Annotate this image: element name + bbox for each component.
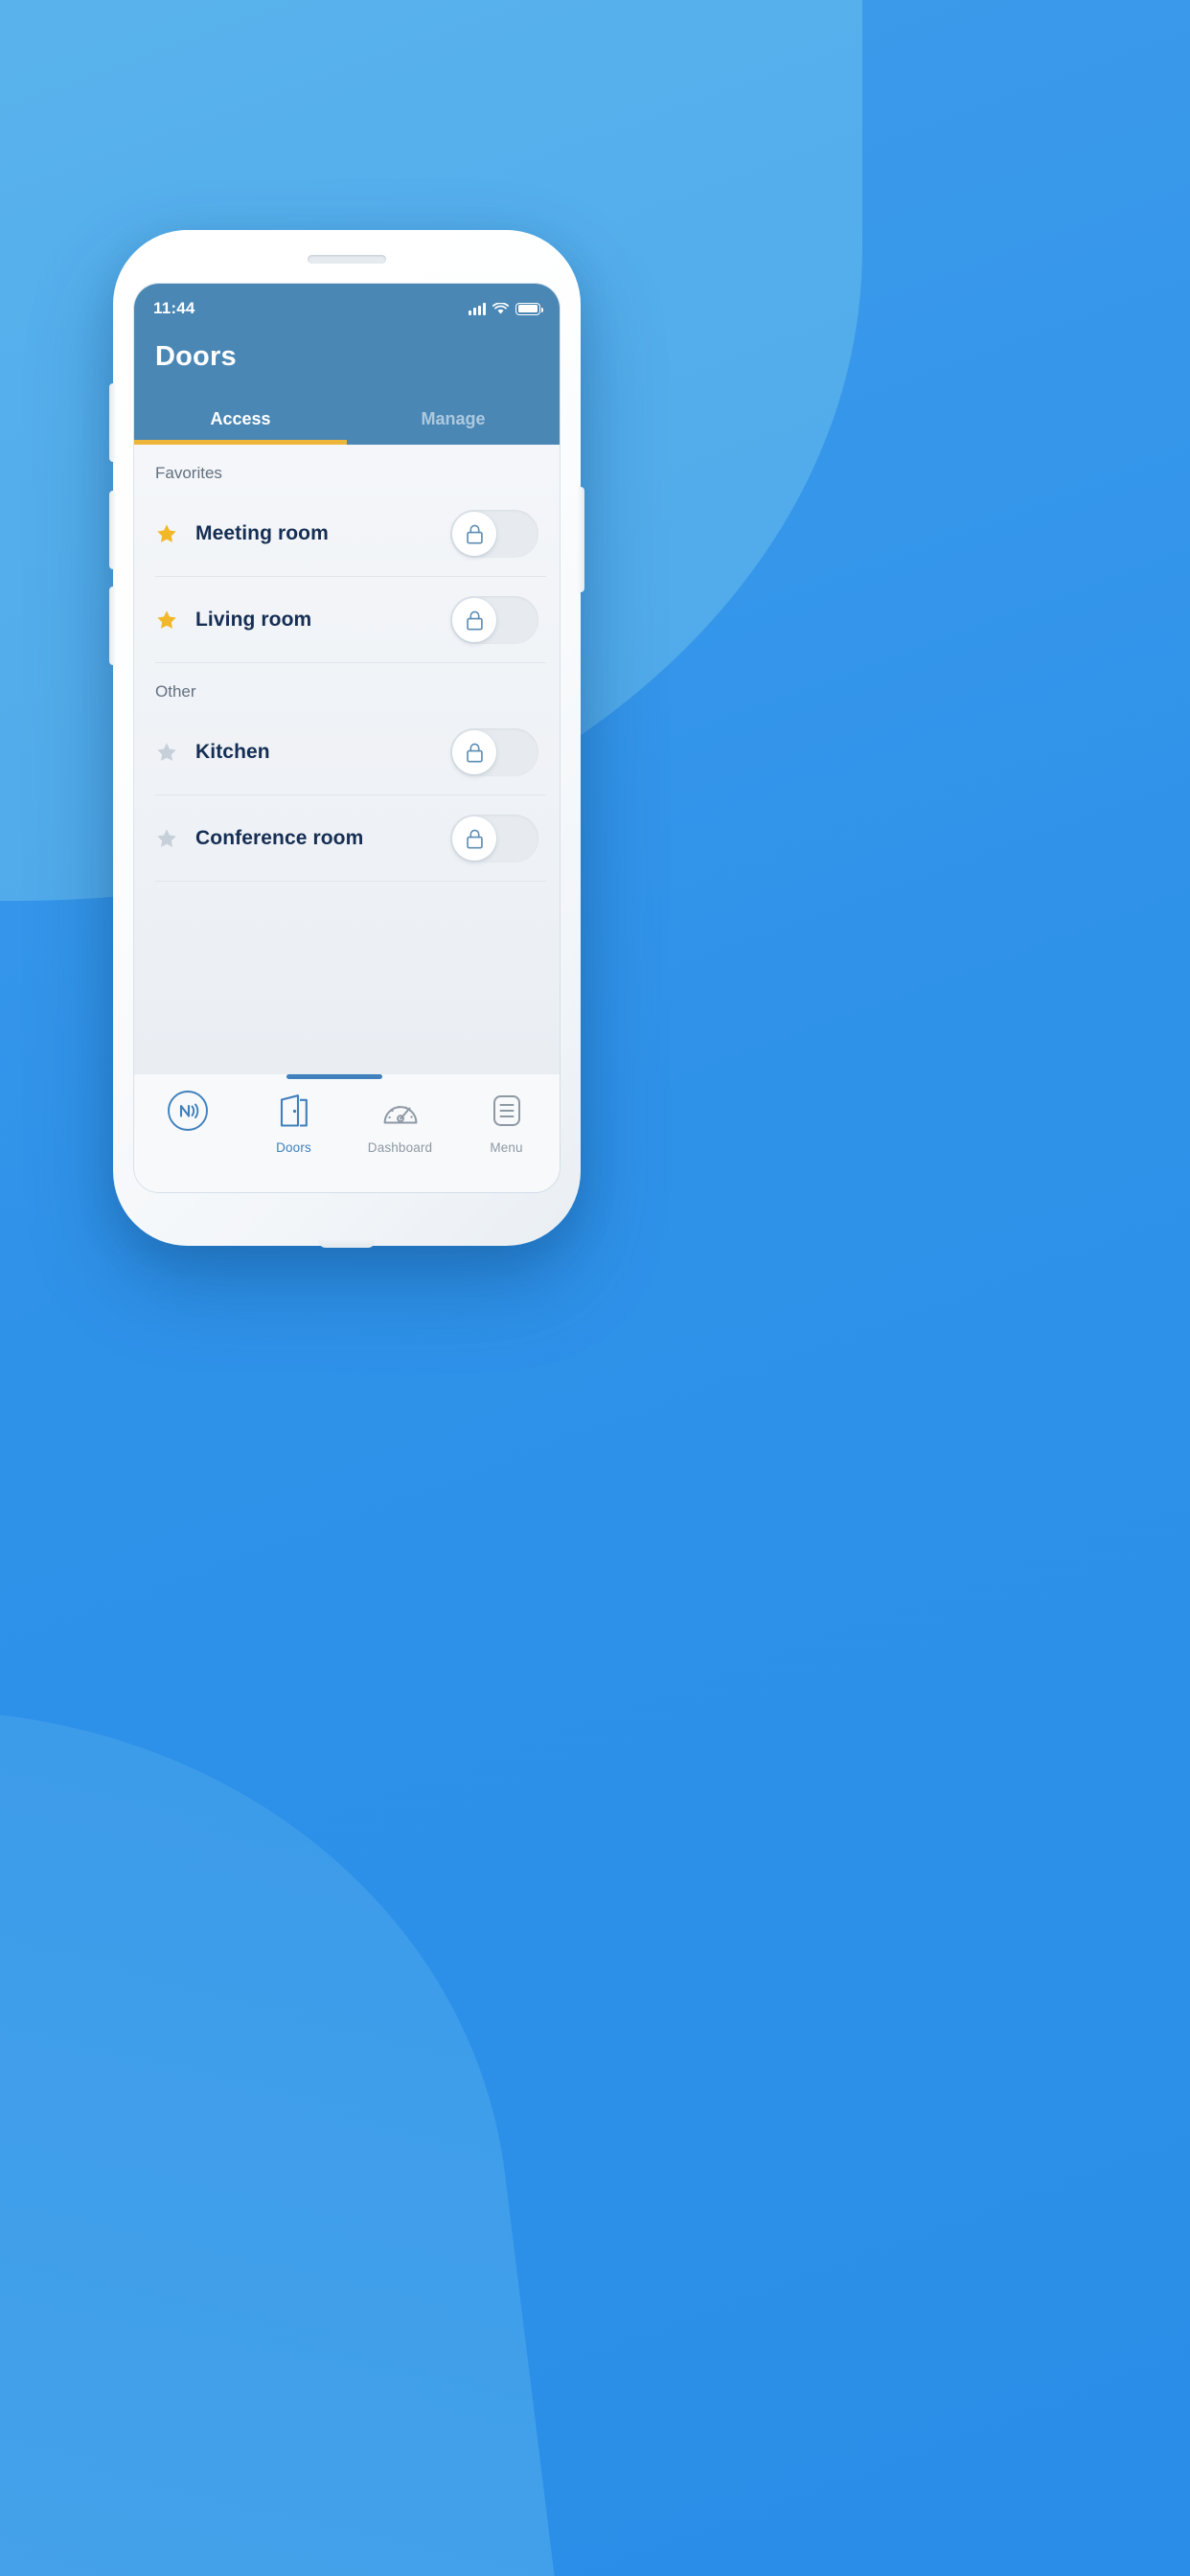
door-name: Conference room bbox=[195, 827, 364, 849]
table-row[interactable]: Kitchen bbox=[134, 709, 560, 795]
star-icon[interactable] bbox=[155, 741, 178, 764]
power-button[interactable] bbox=[579, 487, 584, 592]
status-bar-clock: 11:44 bbox=[153, 299, 195, 317]
padlock-icon bbox=[466, 524, 483, 544]
silent-switch-button[interactable] bbox=[109, 383, 115, 462]
volume-up-button[interactable] bbox=[109, 491, 115, 569]
star-icon[interactable] bbox=[155, 522, 178, 545]
nav-item-nfc[interactable] bbox=[134, 1090, 240, 1140]
nav-item-dashboard[interactable]: Dashboard bbox=[347, 1090, 453, 1155]
door-name: Living room bbox=[195, 609, 312, 631]
active-tab-indicator bbox=[286, 1074, 382, 1079]
lock-toggle-knob bbox=[452, 730, 496, 774]
section-header-other: Other bbox=[155, 682, 196, 701]
phone-screen: 11:44 Doors Access Manage Favorites Meet… bbox=[134, 284, 560, 1192]
star-icon[interactable] bbox=[155, 609, 178, 632]
table-row[interactable]: Living room bbox=[134, 577, 560, 663]
page-title: Doors bbox=[155, 341, 237, 372]
nav-label-menu: Menu bbox=[490, 1140, 523, 1155]
phone-bottom-notch bbox=[318, 1240, 376, 1248]
padlock-icon bbox=[466, 743, 483, 763]
lock-toggle[interactable] bbox=[450, 815, 538, 862]
nfc-icon bbox=[167, 1090, 209, 1132]
door-name: Kitchen bbox=[195, 741, 270, 763]
list-menu-icon bbox=[491, 1090, 523, 1132]
lock-toggle-knob bbox=[452, 598, 496, 642]
lock-toggle[interactable] bbox=[450, 728, 538, 776]
door-name: Meeting room bbox=[195, 522, 329, 544]
star-icon[interactable] bbox=[155, 827, 178, 850]
table-row[interactable]: Meeting room bbox=[134, 491, 560, 577]
nav-label-doors: Doors bbox=[276, 1140, 311, 1155]
lock-toggle[interactable] bbox=[450, 596, 538, 644]
padlock-icon bbox=[466, 610, 483, 631]
screenshot-canvas: 11:44 Doors Access Manage Favorites Meet… bbox=[0, 0, 1190, 2576]
status-bar: 11:44 bbox=[134, 284, 560, 320]
lock-toggle-knob bbox=[452, 512, 496, 556]
phone-mockup: 11:44 Doors Access Manage Favorites Meet… bbox=[109, 230, 584, 1248]
nav-item-doors[interactable]: Doors bbox=[240, 1090, 347, 1155]
section-header-favorites: Favorites bbox=[155, 464, 222, 482]
earpiece-speaker bbox=[308, 255, 386, 264]
cellular-signal-icon bbox=[469, 302, 486, 315]
door-list: Favorites Meeting room Living room Other… bbox=[134, 445, 560, 1073]
header-tabs: Access Manage bbox=[134, 398, 560, 445]
door-icon bbox=[278, 1090, 310, 1132]
volume-down-button[interactable] bbox=[109, 586, 115, 665]
padlock-icon bbox=[466, 829, 483, 849]
table-row[interactable]: Conference room bbox=[134, 795, 560, 882]
wifi-icon bbox=[492, 301, 510, 315]
status-bar-icons bbox=[469, 301, 543, 315]
nav-item-menu[interactable]: Menu bbox=[453, 1090, 560, 1155]
gauge-icon bbox=[382, 1090, 419, 1132]
tab-access[interactable]: Access bbox=[134, 398, 347, 445]
battery-full-icon bbox=[515, 302, 543, 315]
tab-manage[interactable]: Manage bbox=[347, 398, 560, 445]
app-header: 11:44 Doors Access Manage bbox=[134, 284, 560, 445]
nav-label-dashboard: Dashboard bbox=[367, 1140, 433, 1155]
lock-toggle[interactable] bbox=[450, 510, 538, 558]
lock-toggle-knob bbox=[452, 816, 496, 861]
bottom-navigation: Doors Dashboard Menu bbox=[134, 1073, 560, 1192]
